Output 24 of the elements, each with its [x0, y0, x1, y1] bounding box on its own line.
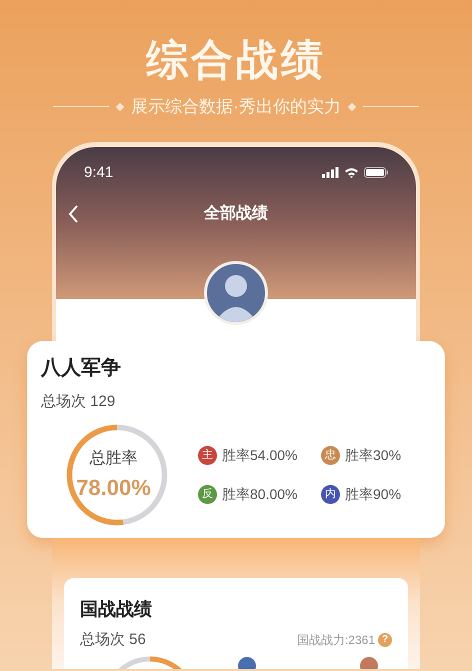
card-title: 八人军争	[41, 356, 122, 380]
role-badge: 忠	[321, 446, 340, 465]
battle-power: 国战战力:2361	[296, 632, 375, 649]
total-games: 总场次 129	[41, 392, 116, 412]
wifi-icon	[344, 167, 359, 178]
role-badge: 反	[198, 485, 217, 504]
signal-icon	[322, 167, 339, 178]
role-win-rate: 胜率80.00%	[222, 485, 298, 504]
role-win-rate: 胜率54.00%	[222, 446, 298, 465]
banner-subtitle: 展示综合数据·秀出你的实力	[131, 96, 341, 118]
role-win-rate: 胜率30%	[345, 446, 402, 465]
ring-label: 总胜率	[90, 448, 138, 468]
win-rate: 78.00%	[76, 474, 151, 502]
battery-icon	[364, 167, 388, 178]
status-time: 9:41	[84, 162, 114, 182]
total-games: 总场次 56	[80, 630, 146, 650]
role-badge: 主	[198, 446, 217, 465]
role-badge: 内	[321, 485, 340, 504]
page-title: 全部战绩	[204, 203, 268, 224]
card-title: 国战战绩	[80, 598, 153, 620]
banner-title: 综合战绩	[146, 35, 326, 85]
help-icon[interactable]: ?	[378, 632, 392, 647]
role-win-rate: 胜率90%	[345, 485, 402, 504]
back-icon[interactable]	[68, 205, 79, 223]
